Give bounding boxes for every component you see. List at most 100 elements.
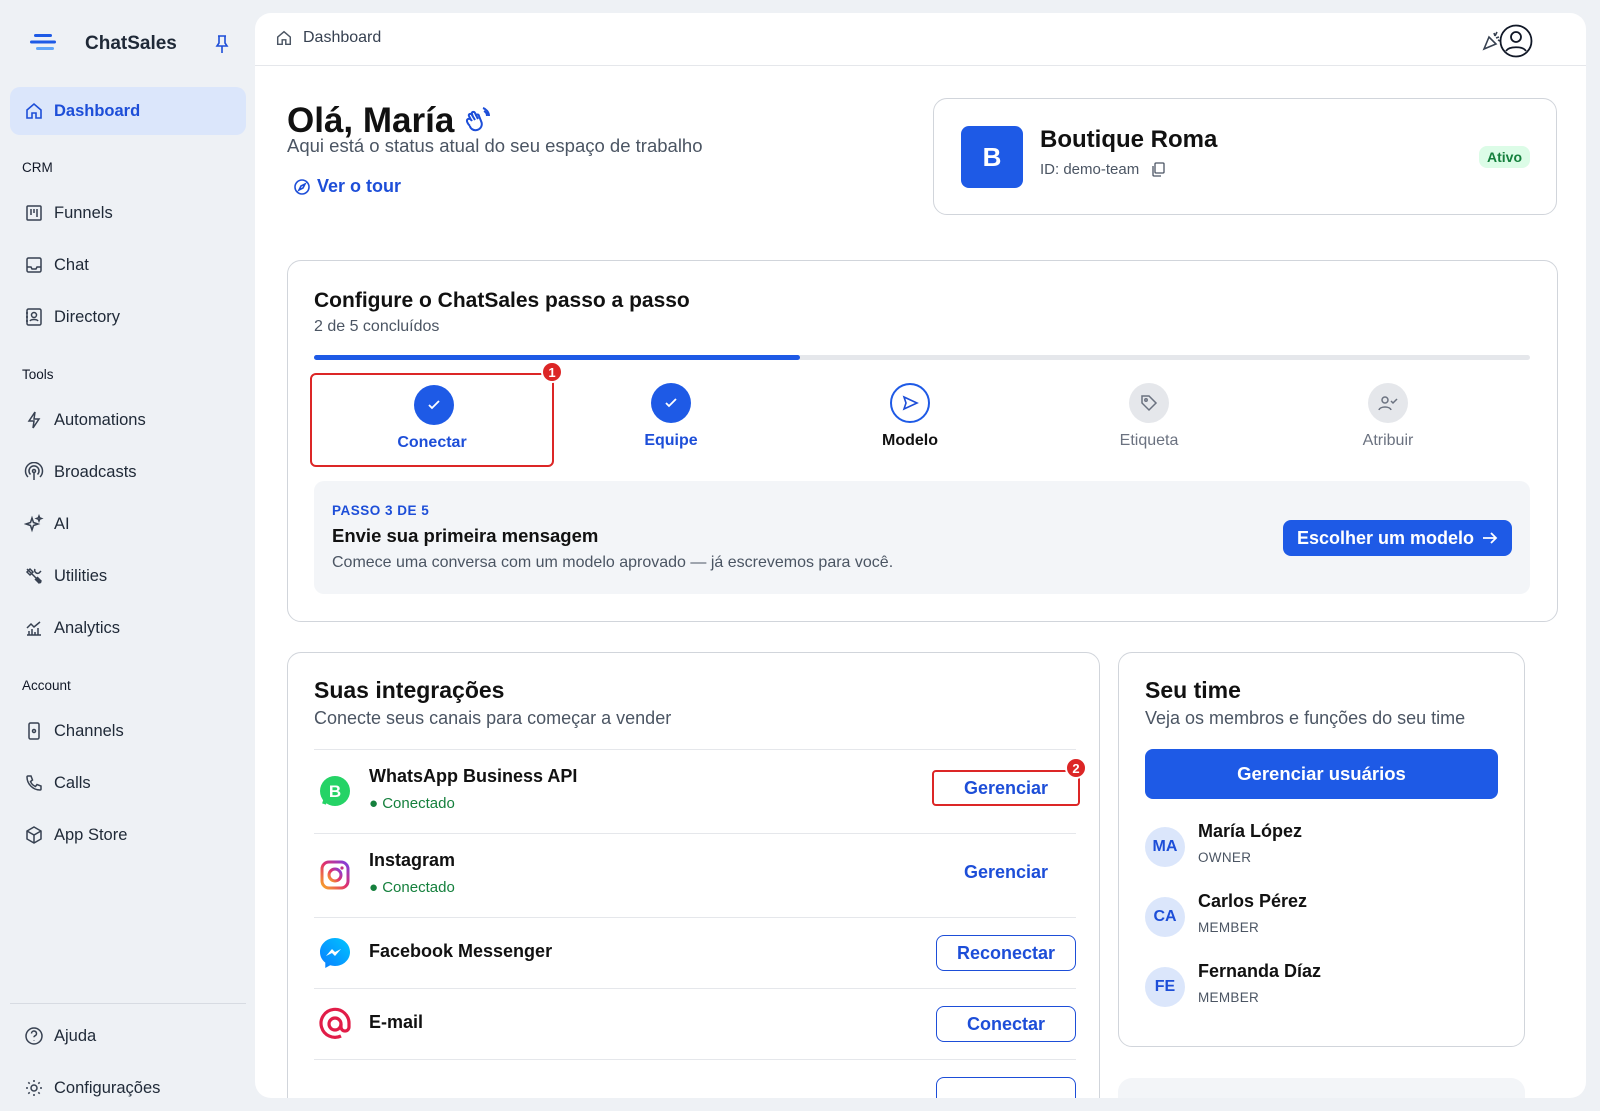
sidebar-item-settings[interactable]: Configurações [10, 1064, 246, 1111]
team-member[interactable]: CA Carlos Pérez MEMBER [1145, 891, 1498, 943]
step-template[interactable]: Modelo [788, 373, 1032, 467]
brand-logo-icon [30, 28, 58, 56]
pin-sidebar-icon[interactable] [215, 34, 233, 54]
member-role: MEMBER [1198, 920, 1260, 935]
section-tools: Tools [22, 367, 54, 382]
workspace-id: ID: demo-team [1040, 161, 1165, 178]
integration-name: Facebook Messenger [369, 941, 553, 961]
sidebar-item-label: Configurações [54, 1078, 161, 1097]
avatar: FE [1145, 967, 1185, 1007]
integration-row-email: E-mail Conectar [314, 988, 1076, 1059]
section-account: Account [22, 678, 71, 693]
annotation-badge: 2 [1065, 757, 1087, 779]
integration-status: ● Conectado [369, 795, 455, 812]
manage-instagram-button[interactable]: Gerenciar [936, 854, 1076, 890]
sidebar-item-label: Utilities [54, 566, 108, 585]
step-tag[interactable]: Etiqueta [1027, 373, 1271, 467]
member-role: OWNER [1198, 850, 1252, 865]
workspace-avatar: B [961, 126, 1023, 188]
sidebar-item-label: AI [54, 514, 70, 533]
step-assign[interactable]: Atribuir [1266, 373, 1510, 467]
help-icon [25, 1027, 43, 1045]
reconnect-messenger-button[interactable]: Reconectar [936, 935, 1076, 971]
integrations-subtitle: Conecte seus canais para começar a vende… [314, 708, 672, 728]
team-card: Seu time Veja os membros e funções do se… [1118, 652, 1525, 1047]
integration-name: Instagram [369, 850, 456, 870]
sidebar-item-label: Dashboard [54, 101, 141, 120]
svg-text:B: B [329, 782, 341, 801]
view-tour-label: Ver o tour [317, 176, 402, 196]
home-icon [276, 30, 292, 46]
breadcrumb-label: Dashboard [303, 29, 382, 46]
connect-email-button[interactable]: Conectar [936, 1006, 1076, 1042]
team-member[interactable]: MA María López OWNER [1145, 821, 1498, 873]
lightning-icon [27, 411, 41, 429]
phone-device-icon [28, 722, 40, 740]
step-label: Equipe [644, 432, 698, 449]
sidebar-item-calls[interactable]: Calls [10, 759, 246, 807]
copy-icon[interactable] [1151, 162, 1165, 177]
team-title: Seu time [1145, 677, 1241, 703]
check-icon [414, 385, 454, 425]
step-connect[interactable]: Conectar 1 [310, 361, 563, 467]
section-crm: CRM [22, 160, 53, 175]
user-check-icon [1368, 383, 1408, 423]
sparkles-icon [24, 514, 44, 533]
step-description: Comece uma conversa com um modelo aprova… [332, 554, 894, 571]
sidebar-item-label: Funnels [54, 203, 113, 222]
greeting-subtitle: Aqui está o status atual do seu espaço d… [287, 135, 703, 156]
sidebar-item-funnels[interactable]: Funnels [10, 189, 246, 237]
setup-progress-text: 2 de 5 concluídos [314, 318, 440, 335]
sidebar-item-channels[interactable]: Channels [10, 707, 246, 755]
phone-icon [26, 775, 42, 791]
sidebar-item-label: App Store [54, 825, 128, 844]
sidebar-item-help[interactable]: Ajuda [10, 1012, 246, 1060]
email-at-icon [318, 1007, 352, 1041]
manage-whatsapp-button[interactable]: Gerenciar [932, 770, 1080, 806]
whatsapp-business-icon: B [318, 774, 352, 808]
manage-users-button[interactable]: Gerenciar usuários [1145, 749, 1498, 799]
sidebar-item-chat[interactable]: Chat [10, 241, 246, 289]
step-label: Conectar [397, 434, 467, 451]
integration-name: WhatsApp Business API [369, 766, 578, 786]
send-icon [890, 383, 930, 423]
workspace-id-label: ID: demo-team [1040, 161, 1140, 178]
integration-row-messenger: Facebook Messenger Reconectar [314, 917, 1076, 988]
sidebar-item-utilities[interactable]: Utilities [10, 552, 246, 600]
choose-template-button[interactable]: Escolher um modelo [1282, 520, 1512, 556]
connect-next-button[interactable] [936, 1077, 1076, 1098]
sidebar-item-broadcasts[interactable]: Broadcasts [10, 448, 246, 496]
tools-icon [25, 567, 43, 585]
integration-row-whatsapp: B WhatsApp Business API ● Conectado Gere… [314, 749, 1087, 833]
sidebar-item-analytics[interactable]: Analytics [10, 604, 246, 652]
sidebar-item-ai[interactable]: AI [10, 500, 246, 548]
app-name: ChatSales [85, 33, 177, 54]
user-account-icon[interactable] [1498, 23, 1534, 59]
step-label: Etiqueta [1119, 432, 1179, 449]
instagram-icon [318, 858, 352, 892]
view-tour-link[interactable]: Ver o tour [293, 176, 401, 197]
sidebar-item-label: Calls [54, 773, 91, 792]
brand[interactable]: ChatSales [30, 28, 177, 56]
workspace-card[interactable]: B Boutique Roma ID: demo-team Ativo [933, 98, 1557, 215]
tag-icon [1129, 383, 1169, 423]
setup-progress-fill [314, 355, 801, 360]
step-label: Atribuir [1362, 432, 1414, 449]
breadcrumb[interactable]: Dashboard [275, 29, 381, 47]
messenger-icon [318, 936, 352, 970]
setup-title: Configure o ChatSales passo a passo [314, 289, 690, 312]
step-label: Modelo [882, 432, 938, 449]
sidebar-item-app-store[interactable]: App Store [10, 811, 246, 859]
sidebar-item-automations[interactable]: Automations [10, 396, 246, 444]
contacts-icon [26, 308, 42, 326]
sidebar-item-directory[interactable]: Directory [10, 293, 246, 341]
arrow-right-icon [1483, 532, 1498, 544]
sidebar-item-label: Analytics [54, 618, 121, 637]
sidebar: ChatSales Dashboard CRM Funnels Chat Dir… [0, 0, 255, 1111]
step-team[interactable]: Equipe [549, 373, 793, 467]
home-icon [26, 102, 42, 119]
team-member[interactable]: FE Fernanda Díaz MEMBER [1145, 961, 1498, 1013]
sidebar-item-dashboard[interactable]: Dashboard [10, 87, 246, 135]
topbar: Dashboard [255, 13, 1586, 66]
member-name: Carlos Pérez [1198, 891, 1308, 911]
